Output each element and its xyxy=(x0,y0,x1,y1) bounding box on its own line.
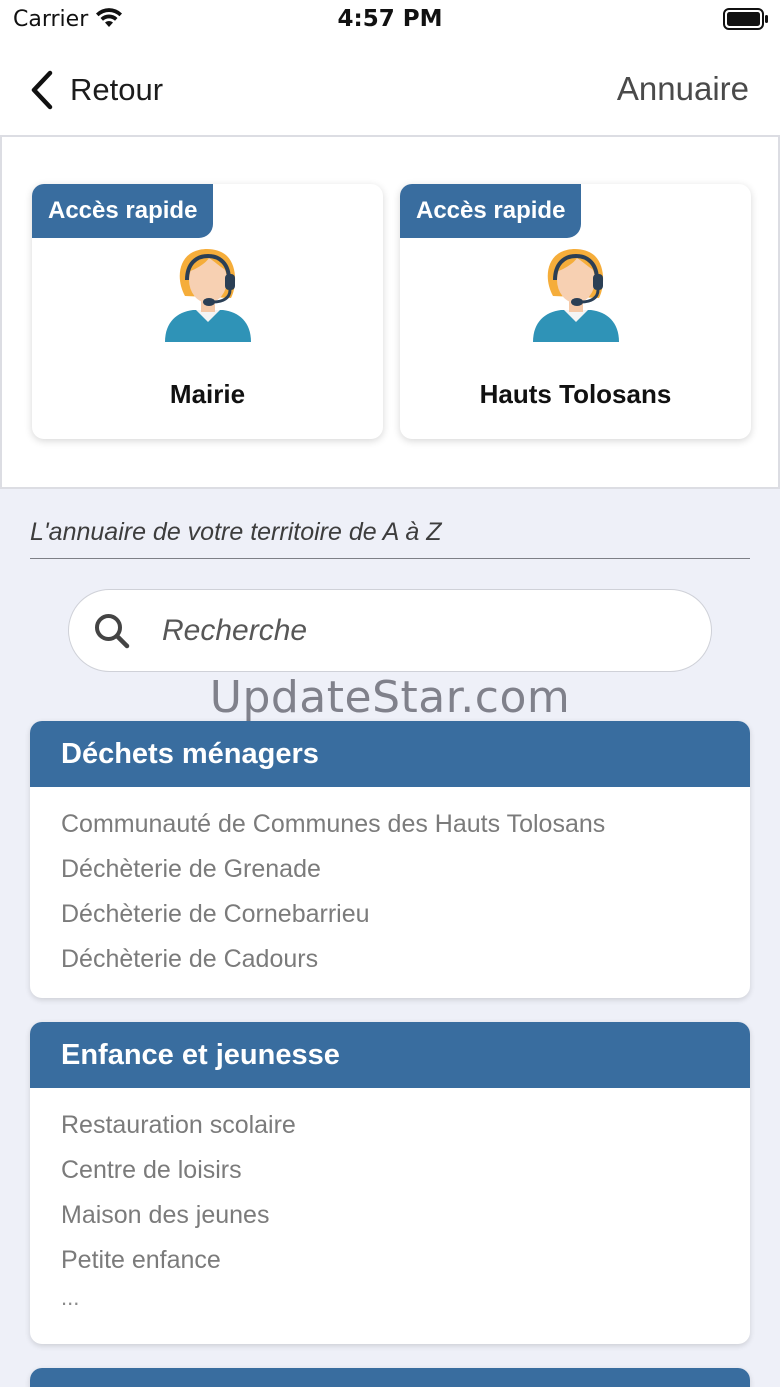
list-item[interactable]: Communauté de Communes des Hauts Tolosan… xyxy=(61,807,750,852)
search-box[interactable] xyxy=(68,589,712,672)
watermark: UpdateStar.com xyxy=(209,672,571,723)
category-header[interactable] xyxy=(30,1368,750,1387)
chevron-left-icon xyxy=(31,70,53,110)
back-label: Retour xyxy=(70,72,164,107)
list-item[interactable]: Restauration scolaire xyxy=(61,1108,750,1153)
quick-access-section: Accès rapide Mairie Accès rapide Hauts T… xyxy=(0,137,780,489)
directory-intro: L'annuaire de votre territoire de A à Z xyxy=(30,518,750,559)
status-bar: Carrier 4:57 PM xyxy=(0,0,780,40)
list-item[interactable]: Déchèterie de Cornebarrieu xyxy=(61,897,750,942)
quick-access-card-mairie[interactable]: Accès rapide Mairie xyxy=(32,184,383,439)
quick-access-badge: Accès rapide xyxy=(32,184,214,238)
category-header[interactable]: Déchets ménagers xyxy=(30,721,750,787)
status-time: 4:57 PM xyxy=(337,6,443,32)
list-item[interactable]: Centre de loisirs xyxy=(61,1153,750,1198)
category-card-enfance: Enfance et jeunesse Restauration scolair… xyxy=(30,1022,750,1344)
support-agent-icon xyxy=(532,248,619,342)
page-title: Annuaire xyxy=(616,70,749,107)
back-button[interactable]: Retour xyxy=(28,68,163,112)
navigation-bar: Retour Annuaire xyxy=(0,40,780,137)
search-input[interactable] xyxy=(162,602,682,660)
search-icon xyxy=(95,614,130,649)
support-agent-icon xyxy=(164,248,251,342)
list-item[interactable]: Déchèterie de Cadours xyxy=(61,942,750,987)
category-card-dechets: Déchets ménagers Communauté de Communes … xyxy=(30,721,750,998)
list-item[interactable]: Maison des jeunes xyxy=(61,1198,750,1243)
battery-icon xyxy=(723,8,768,30)
quick-access-badge: Accès rapide xyxy=(400,184,582,238)
quick-access-card-name: Hauts Tolosans xyxy=(479,379,672,409)
quick-access-card-hauts-tolosans[interactable]: Accès rapide Hauts Tolosans xyxy=(400,184,751,439)
category-list: Communauté de Communes des Hauts Tolosan… xyxy=(30,787,750,987)
category-header[interactable]: Enfance et jeunesse xyxy=(30,1022,750,1088)
category-list: Restauration scolaire Centre de loisirs … xyxy=(30,1088,750,1324)
more-ellipsis: ... xyxy=(61,1285,80,1310)
list-item[interactable]: Petite enfance xyxy=(61,1243,750,1288)
quick-access-card-name: Mairie xyxy=(169,379,246,409)
list-item[interactable]: Déchèterie de Grenade xyxy=(61,852,750,897)
category-card-next xyxy=(30,1368,750,1387)
